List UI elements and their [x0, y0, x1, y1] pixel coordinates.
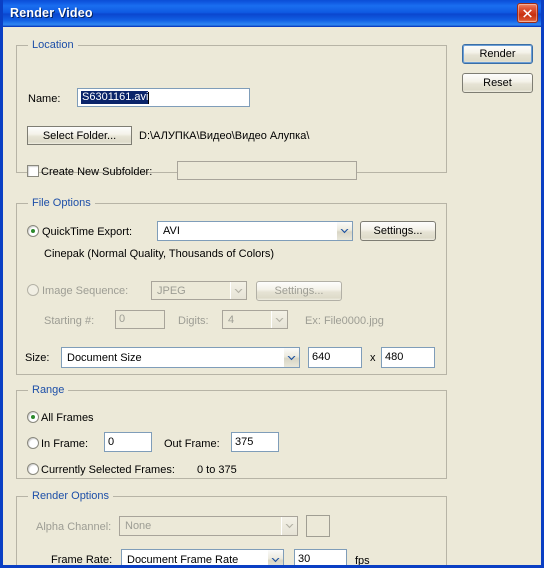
- quicktime-settings-button[interactable]: Settings...: [360, 221, 436, 241]
- height-value: 480: [385, 351, 404, 363]
- in-frame-label: In Frame:: [41, 438, 89, 450]
- image-sequence-format-select[interactable]: JPEG: [151, 281, 247, 300]
- image-sequence-label: Image Sequence:: [42, 285, 129, 297]
- currently-selected-frames-range: 0 to 375: [197, 464, 237, 476]
- chevron-down-icon: [230, 282, 246, 299]
- quicktime-export-label: QuickTime Export:: [42, 226, 133, 238]
- range-legend: Range: [28, 384, 69, 396]
- frame-rate-label: Frame Rate:: [51, 554, 113, 566]
- image-sequence-radio[interactable]: [27, 284, 39, 296]
- image-sequence-settings-button[interactable]: Settings...: [256, 281, 342, 301]
- subfolder-input[interactable]: [177, 161, 357, 180]
- window-title: Render Video: [10, 6, 93, 20]
- fps-unit-label: fps: [355, 555, 370, 567]
- chevron-down-icon: [283, 348, 299, 367]
- currently-selected-frames-label: Currently Selected Frames:: [41, 464, 175, 476]
- name-input[interactable]: S6301161.avi: [77, 88, 250, 107]
- alpha-color-swatch[interactable]: [306, 515, 330, 537]
- render-button[interactable]: Render: [462, 44, 533, 64]
- filename-example: Ex: File0000.jpg: [305, 315, 384, 327]
- currently-selected-frames-radio[interactable]: [27, 463, 39, 475]
- file-options-legend: File Options: [28, 197, 95, 209]
- quicktime-export-radio[interactable]: [27, 225, 39, 237]
- quicktime-format-select[interactable]: AVI: [157, 221, 353, 241]
- frame-rate-value: Document Frame Rate: [127, 553, 239, 566]
- title-bar[interactable]: Render Video: [3, 0, 541, 27]
- digits-label: Digits:: [178, 315, 209, 327]
- chevron-down-icon: [336, 222, 352, 240]
- reset-button[interactable]: Reset: [462, 73, 533, 93]
- quicktime-format-value: AVI: [163, 225, 180, 237]
- size-label: Size:: [25, 352, 50, 364]
- starting-number-input[interactable]: 0: [115, 310, 165, 329]
- render-options-legend: Render Options: [28, 490, 114, 502]
- fps-value: 30: [298, 553, 311, 565]
- name-label: Name:: [28, 93, 61, 105]
- all-frames-radio[interactable]: [27, 411, 39, 423]
- close-icon: [523, 8, 532, 18]
- alpha-channel-value: None: [125, 520, 152, 532]
- dimension-separator: x: [370, 352, 376, 364]
- chevron-down-icon: [271, 311, 287, 328]
- out-frame-value: 375: [235, 435, 254, 448]
- in-frame-input[interactable]: 0: [104, 432, 152, 452]
- select-folder-button[interactable]: Select Folder...: [27, 126, 132, 145]
- in-frame-radio[interactable]: [27, 437, 39, 449]
- alpha-channel-label: Alpha Channel:: [36, 521, 112, 533]
- folder-path: D:\АЛУПКА\Видео\Видео Алупка\: [139, 130, 310, 142]
- starting-number-label: Starting #:: [44, 315, 95, 327]
- size-value: Document Size: [67, 351, 142, 364]
- render-video-dialog: Render Video Render Reset Location Name:…: [0, 0, 544, 568]
- dialog-body: Render Reset Location Name: S6301161.avi…: [3, 27, 541, 565]
- out-frame-input[interactable]: 375: [231, 432, 279, 452]
- digits-select[interactable]: 4: [222, 310, 288, 329]
- starting-number-value: 0: [119, 313, 126, 325]
- fps-input[interactable]: 30: [294, 549, 347, 565]
- name-input-value: S6301161.avi: [81, 91, 149, 104]
- chevron-down-icon: [281, 517, 297, 535]
- width-input[interactable]: 640: [308, 347, 362, 368]
- chevron-down-icon: [267, 550, 283, 565]
- out-frame-label: Out Frame:: [164, 438, 220, 450]
- digits-value: 4: [228, 313, 235, 326]
- close-button[interactable]: [517, 3, 538, 23]
- location-legend: Location: [28, 39, 78, 51]
- height-input[interactable]: 480: [381, 347, 435, 368]
- size-select[interactable]: Document Size: [61, 347, 300, 368]
- frame-rate-select[interactable]: Document Frame Rate: [121, 549, 284, 566]
- in-frame-value: 0: [108, 435, 115, 448]
- codec-info: Cinepak (Normal Quality, Thousands of Co…: [44, 248, 275, 260]
- create-subfolder-checkbox[interactable]: [27, 165, 39, 177]
- image-sequence-format-value: JPEG: [157, 284, 186, 297]
- all-frames-label: All Frames: [41, 412, 94, 424]
- text-caret: [148, 91, 150, 104]
- create-subfolder-label: Create New Subfolder:: [41, 166, 153, 178]
- width-value: 640: [312, 351, 331, 363]
- alpha-channel-select[interactable]: None: [119, 516, 298, 536]
- location-group: Location: [16, 39, 447, 173]
